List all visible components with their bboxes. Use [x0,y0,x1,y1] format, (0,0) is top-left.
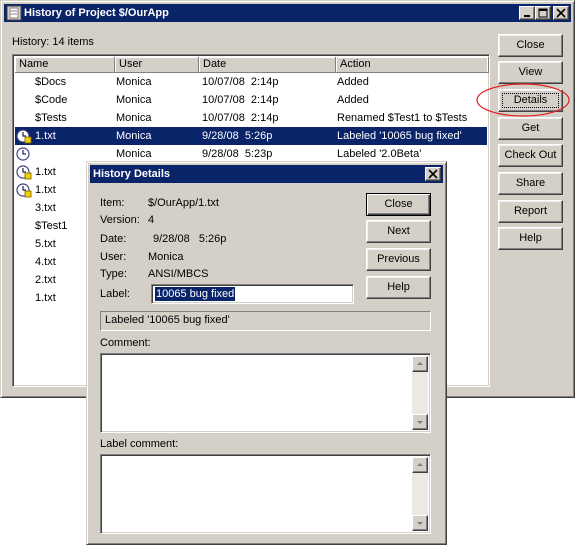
label-clock-icon [16,164,32,180]
column-header-user[interactable]: User [115,57,199,73]
details-help-button[interactable]: Help [366,276,431,299]
row-cell-date: 9/28/08 5:26p [202,130,273,142]
row-cell-name: 1.txt [35,292,56,304]
row-cell-name: 4.txt [35,256,56,268]
check-out-button[interactable]: Check Out [498,144,563,167]
label-comment-scroll-down[interactable] [412,515,428,531]
table-row[interactable]: $Tests Monica 10/07/08 2:14p Renamed $Test1… [15,109,487,127]
close-icon [556,8,566,18]
report-button[interactable]: Report [498,200,563,223]
row-cell-user: Monica [116,112,152,124]
history-count-label: History: 14 items [12,36,94,48]
label-comment-scroll-track[interactable] [412,473,428,515]
details-close-button[interactable]: Close [366,193,431,216]
row-cell-user: Monica [116,130,152,142]
row-cell-user: Monica [116,94,152,106]
row-cell-name: 5.txt [35,238,56,250]
table-row[interactable]: $Docs Monica 10/07/08 2:14p Added [15,73,487,91]
row-cell-user: Monica [116,76,152,88]
row-cell-name: $Docs [35,76,67,88]
previous-button[interactable]: Previous [366,248,431,271]
next-button[interactable]: Next [366,220,431,243]
details-highlight-ellipse [476,83,570,117]
comment-scroll-up[interactable] [412,356,428,372]
minimize-button[interactable] [519,6,535,20]
details-dialog-titlebar[interactable]: History Details [90,165,443,183]
close-window-button[interactable] [553,6,569,20]
row-cell-action: Added [337,94,369,106]
history-list-header: Name User Date Action [15,57,489,73]
sourcesafe-app-icon [6,5,22,21]
status-text: Labeled '10065 bug fixed' [105,314,230,326]
row-cell-name: 3.txt [35,202,56,214]
label-input-value: 10065 bug fixed [155,287,236,301]
close-icon [428,169,438,179]
row-cell-name: 1.txt [35,130,56,142]
row-cell-name: 1.txt [35,166,56,178]
history-window-titlebar[interactable]: History of Project $/OurApp [4,4,571,22]
type-label: Type: [100,268,127,280]
label-clock-icon [16,182,32,198]
maximize-button[interactable] [535,6,551,20]
user-value: Monica [148,251,184,263]
row-cell-action: Added [337,76,369,88]
share-button[interactable]: Share [498,172,563,195]
help-button[interactable]: Help [498,227,563,250]
minimize-icon [524,15,530,17]
comment-scroll-down[interactable] [412,414,428,430]
label-field-label: Label: [100,288,130,300]
row-cell-action: Labeled '10065 bug fixed' [337,130,462,142]
clock-icon [16,146,32,162]
label-comment-label: Label comment: [100,438,179,450]
label-comment-scroll-up[interactable] [412,457,428,473]
row-cell-date: 10/07/08 2:14p [202,94,279,106]
close-button[interactable]: Close [498,34,563,57]
row-cell-date: 10/07/08 2:14p [202,112,279,124]
column-header-date[interactable]: Date [199,57,336,73]
row-cell-name: $Code [35,94,68,106]
details-close-window-button[interactable] [425,167,441,181]
comment-label: Comment: [100,337,151,349]
history-window-title: History of Project $/OurApp [24,7,169,19]
label-clock-icon [16,128,32,144]
row-cell-date: 10/07/08 2:14p [202,76,279,88]
row-cell-name: 2.txt [35,274,56,286]
date-value: 9/28/08 5:26p [153,233,227,245]
maximize-icon [538,8,548,18]
version-value: 4 [148,214,155,226]
table-row[interactable]: $Code Monica 10/07/08 2:14p Added [15,91,487,109]
row-cell-action: Renamed $Test1 to $Tests [337,112,468,124]
column-header-name[interactable]: Name [15,57,115,73]
item-label: Item: [100,197,125,209]
version-label: Version: [100,214,140,226]
history-details-dialog: History Details Item: $/OurApp/1.txt Ver… [86,161,447,545]
details-dialog-title: History Details [93,168,171,180]
label-input[interactable]: 10065 bug fixed [151,284,354,304]
row-cell-name: 1.txt [35,184,56,196]
date-label: Date: [100,233,127,245]
table-row[interactable]: 1.txt Monica 9/28/08 5:26p Labeled '10065 b… [15,127,487,145]
comment-scroll-track[interactable] [412,372,428,414]
label-comment-textarea[interactable] [100,454,431,534]
status-field: Labeled '10065 bug fixed' [100,311,431,331]
row-cell-name: $Test1 [35,220,68,232]
type-value: ANSI/MBCS [148,268,209,280]
column-header-action[interactable]: Action [336,57,489,73]
item-value: $/OurApp/1.txt [148,197,219,209]
row-cell-name: $Tests [35,112,67,124]
user-label: User: [100,251,127,263]
get-button[interactable]: Get [498,117,563,140]
comment-textarea[interactable] [100,353,431,433]
